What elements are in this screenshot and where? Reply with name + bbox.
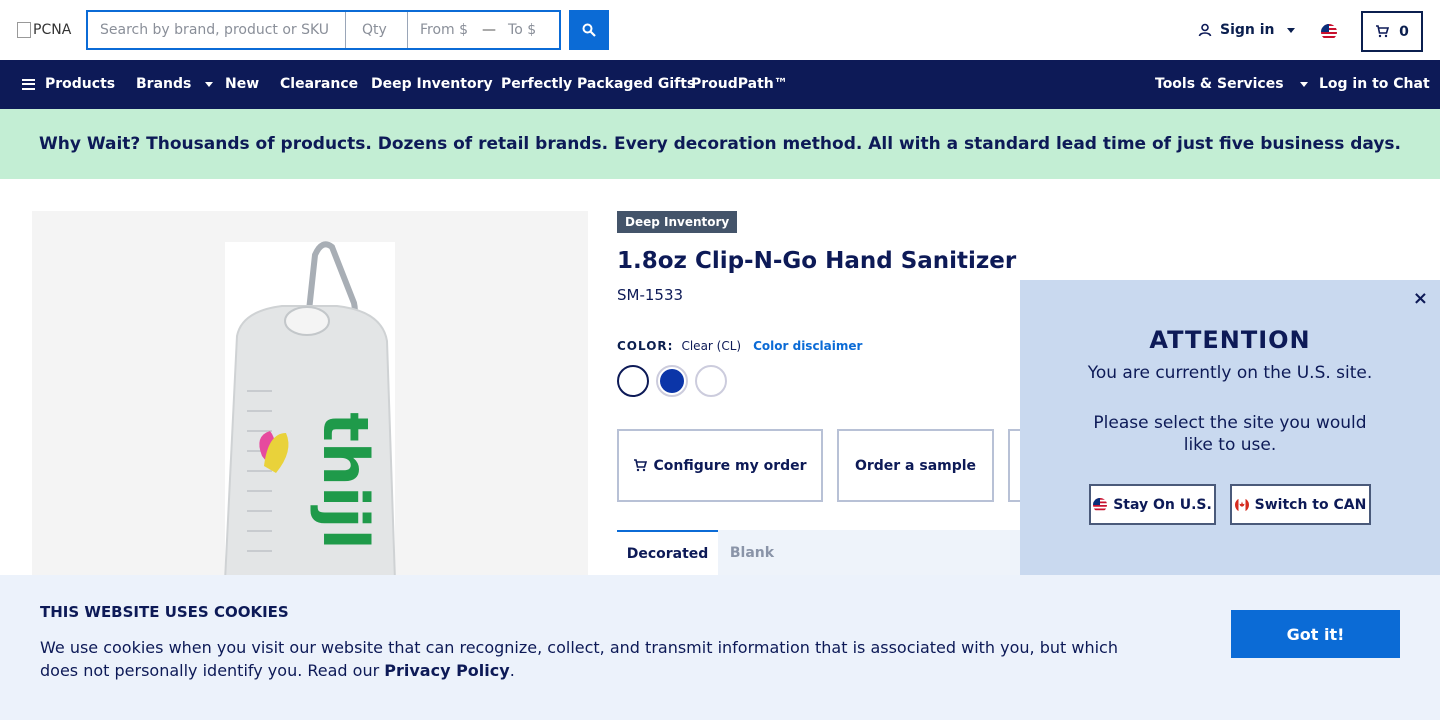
tab-blank[interactable]: Blank <box>718 530 786 575</box>
nav-gifts[interactable]: Perfectly Packaged Gifts <box>501 76 695 92</box>
tab-decorated[interactable]: Decorated <box>617 530 718 575</box>
nav-brands[interactable]: Brands <box>136 76 214 92</box>
switch-can-button[interactable]: Switch to CAN <box>1230 484 1371 525</box>
search-input[interactable]: Search by brand, product or SKU <box>88 12 346 48</box>
search-button[interactable] <box>569 10 609 50</box>
nav-tools[interactable]: Tools & Services <box>1155 76 1308 92</box>
promo-banner: Why Wait? Thousands of products. Dozens … <box>0 109 1440 179</box>
chevron-down-icon <box>205 81 214 87</box>
range-dash: — <box>482 22 497 38</box>
nav-new[interactable]: New <box>225 76 259 92</box>
cart-button[interactable]: 0 <box>1361 11 1423 52</box>
nav-proudpath-label: ProudPath™ <box>691 76 788 92</box>
nav-clearance[interactable]: Clearance <box>280 76 358 92</box>
price-range: From $ — To $ <box>408 12 559 48</box>
popup-select-prompt: Please select the site you would like to… <box>1093 413 1367 455</box>
nav-deep-inventory-label: Deep Inventory <box>371 76 493 92</box>
sign-in-label: Sign in <box>1220 22 1275 38</box>
qty-placeholder: Qty <box>362 22 387 38</box>
swatch-blue[interactable] <box>656 365 688 397</box>
us-flag-icon <box>1093 497 1108 512</box>
user-icon <box>1198 23 1212 37</box>
privacy-policy-link[interactable]: Privacy Policy <box>384 661 509 680</box>
product-sku: SM-1533 <box>617 286 684 304</box>
search-icon <box>582 23 596 37</box>
product-title: 1.8oz Clip-N-Go Hand Sanitizer <box>617 248 1017 274</box>
nav-chat-label: Log in to Chat <box>1319 76 1430 92</box>
cookie-heading: THIS WEBSITE USES COOKIES <box>40 603 289 621</box>
cookie-banner: THIS WEBSITE USES COOKIES We use cookies… <box>0 575 1440 720</box>
canada-flag-icon <box>1234 497 1249 512</box>
nav-proudpath[interactable]: ProudPath™ <box>691 76 788 92</box>
tab-blank-label: Blank <box>729 544 775 561</box>
nav-products[interactable]: Products <box>22 76 115 92</box>
nav-tools-label: Tools & Services <box>1155 76 1284 92</box>
color-value: Clear (CL) <box>681 339 742 353</box>
popup-current-site: You are currently on the U.S. site. <box>1087 363 1373 383</box>
decoration-tabs: Decorated Blank <box>617 530 1020 575</box>
chevron-down-icon <box>1299 81 1308 87</box>
hand-sanitizer-image: thijl <box>223 241 397 582</box>
color-disclaimer-link[interactable]: Color disclaimer <box>753 339 862 353</box>
nav-chat[interactable]: Log in to Chat <box>1319 76 1430 92</box>
accept-cookies-label: Got it! <box>1286 624 1345 644</box>
cart-icon <box>634 459 648 472</box>
nav-deep-inventory[interactable]: Deep Inventory <box>371 76 493 92</box>
cookie-text-body: We use cookies when you visit our websit… <box>40 638 1118 680</box>
site-logo[interactable]: PCNA <box>17 22 71 38</box>
region-flag-button[interactable] <box>1321 24 1337 40</box>
chevron-down-icon <box>1286 27 1295 33</box>
color-row: COLOR: Clear (CL) Color disclaimer <box>617 339 862 353</box>
us-flag-icon <box>1321 24 1337 40</box>
broken-image-icon <box>17 22 31 38</box>
swatch-clear[interactable] <box>617 365 649 397</box>
price-from-input[interactable]: From $ <box>420 22 468 38</box>
cart-icon <box>1376 25 1390 38</box>
qty-input[interactable]: Qty <box>346 12 408 48</box>
nav-clearance-label: Clearance <box>280 76 359 92</box>
price-to-input[interactable]: To $ <box>508 22 536 38</box>
region-popup: × ATTENTION You are currently on the U.S… <box>1020 280 1440 575</box>
main-nav: Products Brands New Clearance Deep Inven… <box>0 60 1440 109</box>
configure-order-button[interactable]: Configure my order <box>617 429 823 502</box>
search-placeholder: Search by brand, product or SKU <box>100 22 330 38</box>
product-brand-imprint: thijl <box>309 412 382 550</box>
deep-inventory-badge: Deep Inventory <box>617 211 738 233</box>
product-image[interactable]: thijl <box>32 211 588 611</box>
configure-order-label: Configure my order <box>653 457 807 474</box>
stay-us-label: Stay On U.S. <box>1113 496 1212 513</box>
order-sample-label: Order a sample <box>854 457 977 474</box>
swatch-white[interactable] <box>695 365 727 397</box>
order-sample-button[interactable]: Order a sample <box>837 429 994 502</box>
nav-brands-label: Brands <box>136 76 192 92</box>
accept-cookies-button[interactable]: Got it! <box>1231 610 1400 658</box>
nav-products-label: Products <box>45 76 116 92</box>
nav-new-label: New <box>225 76 260 92</box>
color-label: COLOR: <box>617 339 674 353</box>
switch-can-label: Switch to CAN <box>1254 496 1367 513</box>
nav-gifts-label: Perfectly Packaged Gifts <box>501 76 696 92</box>
popup-heading: ATTENTION <box>1149 326 1311 354</box>
cart-count: 0 <box>1399 23 1409 40</box>
search-group: Search by brand, product or SKU Qty From… <box>86 10 561 50</box>
promo-banner-text: Why Wait? Thousands of products. Dozens … <box>38 134 1402 154</box>
sign-in-button[interactable]: Sign in <box>1198 22 1295 38</box>
menu-icon <box>22 78 35 90</box>
top-bar: PCNA Search by brand, product or SKU Qty… <box>0 0 1440 60</box>
cookie-text: We use cookies when you visit our websit… <box>40 636 1140 682</box>
stay-us-button[interactable]: Stay On U.S. <box>1089 484 1216 525</box>
cookie-text-end: . <box>509 661 515 680</box>
tab-decorated-label: Decorated <box>626 545 709 562</box>
close-icon[interactable]: × <box>1413 288 1428 309</box>
logo-alt-text: PCNA <box>33 22 72 38</box>
color-swatches <box>617 365 727 397</box>
